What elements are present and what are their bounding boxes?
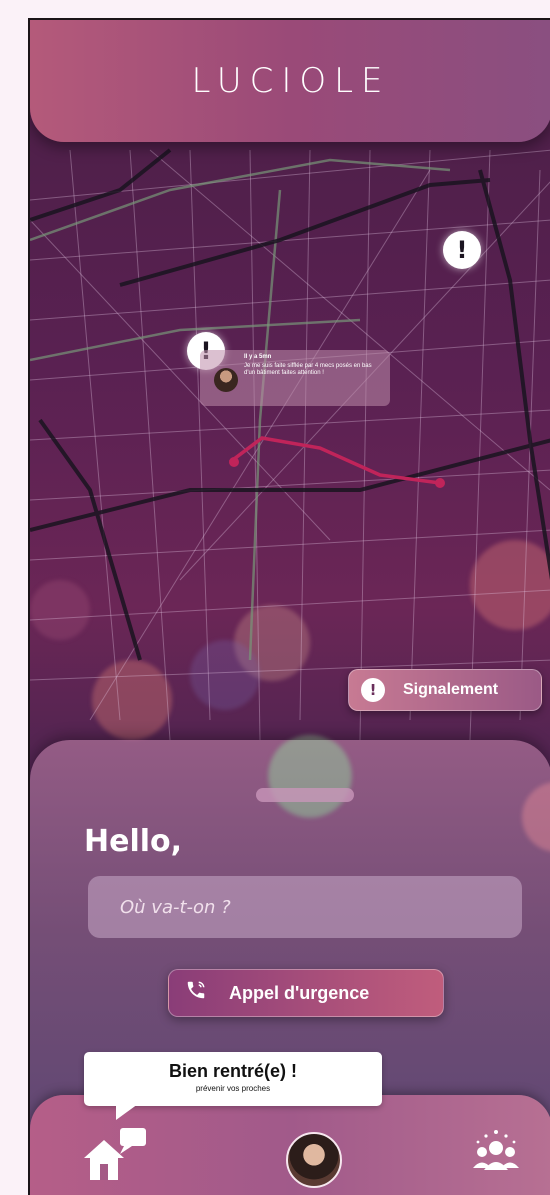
nav-community-button[interactable] (468, 1126, 524, 1182)
phone-screen: ! ! Il y a 5mn Je me suis faite sifflée … (28, 18, 550, 1195)
avatar (214, 368, 238, 392)
nav-home-button[interactable] (80, 1128, 152, 1188)
people-icon (473, 1130, 519, 1170)
emergency-call-button[interactable]: Appel d'urgence (168, 969, 444, 1017)
alert-marker[interactable]: ! (443, 231, 481, 269)
exclamation-icon: ! (361, 678, 385, 702)
alert-popup[interactable]: Il y a 5mn Je me suis faite sifflée par … (200, 350, 390, 406)
report-button[interactable]: ! Signalement (348, 669, 542, 711)
bokeh-light (522, 782, 550, 852)
destination-search-input[interactable] (88, 876, 522, 938)
bokeh-light (268, 740, 352, 818)
route-start (229, 457, 239, 467)
app-logo: LUCIOLE (191, 61, 391, 101)
report-button-label: Signalement (403, 681, 499, 698)
app-header: LUCIOLE (30, 20, 550, 142)
phone-icon (185, 979, 207, 1007)
chat-bubble-icon (120, 1128, 146, 1146)
route-end (435, 478, 445, 488)
tooltip-subtitle: prévenir vos proches (195, 1084, 271, 1093)
alert-time: Il y a 5mn (244, 354, 272, 360)
greeting-text: Hello, (84, 824, 183, 859)
safe-return-tooltip[interactable]: Bien rentré(e) ! prévenir vos proches (84, 1052, 382, 1120)
tooltip-title: Bien rentré(e) ! (168, 1061, 298, 1081)
emergency-call-label: Appel d'urgence (229, 982, 370, 1003)
alert-text: Je me suis faite sifflée par 4 mecs posé… (244, 363, 372, 376)
home-icon (84, 1128, 146, 1180)
avatar[interactable] (286, 1132, 342, 1188)
sheet-drag-handle[interactable] (256, 788, 354, 802)
